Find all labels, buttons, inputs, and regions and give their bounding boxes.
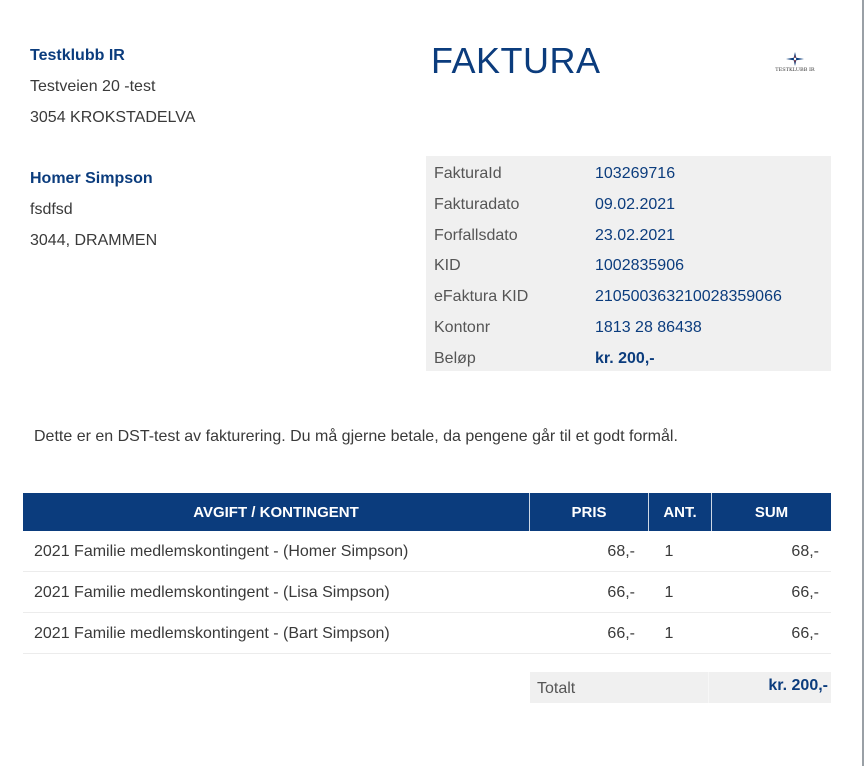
total-value: kr. 200,- (768, 677, 828, 694)
info-label: Kontonr (434, 319, 491, 336)
info-value: 23.02.2021 (595, 227, 676, 244)
invoice-info-panel: FakturaId 103269716 Fakturadato 09.02.20… (426, 156, 831, 371)
table-header: AVGIFT / KONTINGENT PRIS ANT. SUM (23, 493, 831, 531)
sender-address: Testveien 20 -test (30, 78, 156, 95)
compass-star-icon (786, 52, 804, 66)
club-logo: TESTKLUBB IR (772, 52, 818, 73)
info-value: 103269716 (595, 165, 676, 182)
info-value-amount: kr. 200,- (595, 350, 655, 367)
invoice-title: FAKTURA (431, 40, 601, 81)
logo-text: TESTKLUBB IR (775, 67, 815, 73)
sender-postal: 3054 KROKSTADELVA (30, 109, 196, 126)
info-value: 210500363210028359066 (595, 288, 782, 305)
table-row: 2021 Familie medlemskontingent - (Homer … (23, 531, 831, 572)
info-value: 1813 28 86438 (595, 319, 702, 336)
row-quantity: 1 (664, 543, 674, 560)
table-row: 2021 Familie medlemskontingent - (Bart S… (23, 613, 831, 654)
header-description: AVGIFT / KONTINGENT (193, 504, 359, 521)
info-value: 09.02.2021 (595, 196, 676, 213)
info-row-kid: KID 1002835906 (426, 250, 831, 281)
recipient-block: Homer Simpson fsdfsd 3044, DRAMMEN (30, 163, 157, 256)
info-row-account: Kontonr 1813 28 86438 (426, 312, 831, 343)
row-sum: 66,- (791, 625, 819, 642)
row-description: 2021 Familie medlemskontingent - (Bart S… (34, 625, 390, 642)
header-price: PRIS (571, 504, 607, 521)
info-row-invoice-date: Fakturadato 09.02.2021 (426, 189, 831, 220)
recipient-address: fsdfsd (30, 201, 73, 218)
table-row: 2021 Familie medlemskontingent - (Lisa S… (23, 572, 831, 613)
recipient-postal: 3044, DRAMMEN (30, 232, 158, 249)
recipient-name: Homer Simpson (30, 170, 153, 187)
header-sum: SUM (754, 504, 789, 521)
info-value: 1002835906 (595, 257, 684, 274)
info-row-amount: Beløp kr. 200,- (426, 343, 831, 374)
row-description: 2021 Familie medlemskontingent - (Lisa S… (34, 584, 390, 601)
invoice-message: Dette er en DST-test av fakturering. Du … (34, 428, 678, 445)
info-label: FakturaId (434, 165, 502, 182)
info-label: Fakturadato (434, 196, 520, 213)
info-row-invoice-id: FakturaId 103269716 (426, 158, 831, 189)
sender-name: Testklubb IR (30, 47, 125, 64)
info-label: Beløp (434, 350, 476, 367)
total-label: Totalt (537, 680, 576, 697)
row-sum: 68,- (791, 543, 819, 560)
header-quantity: ANT. (663, 504, 697, 521)
info-label: eFaktura KID (434, 288, 529, 305)
info-label: KID (434, 257, 461, 274)
total-box: Totalt kr. 200,- (530, 672, 831, 703)
info-row-due-date: Forfallsdato 23.02.2021 (426, 220, 831, 251)
info-row-efaktura-kid: eFaktura KID 210500363210028359066 (426, 281, 831, 312)
row-description: 2021 Familie medlemskontingent - (Homer … (34, 543, 409, 560)
row-sum: 66,- (791, 584, 819, 601)
total-divider (708, 672, 709, 703)
info-label: Forfallsdato (434, 227, 518, 244)
row-quantity: 1 (664, 625, 674, 642)
sender-block: Testklubb IR Testveien 20 -test 3054 KRO… (30, 40, 195, 133)
row-quantity: 1 (664, 584, 674, 601)
invoice-lines-table: AVGIFT / KONTINGENT PRIS ANT. SUM 2021 F… (23, 493, 831, 654)
